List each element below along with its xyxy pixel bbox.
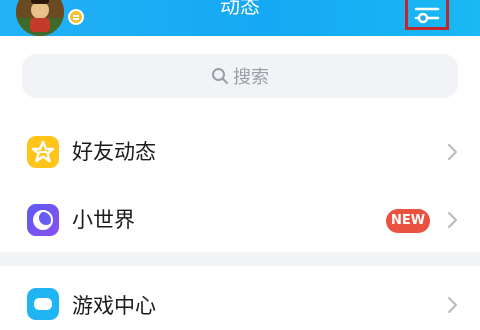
new-badge: NEW (386, 209, 430, 233)
game-center-icon (27, 288, 59, 320)
list-item-label: 游戏中心 (72, 294, 156, 318)
settings-button[interactable] (405, 0, 449, 30)
chevron-right-icon (448, 144, 457, 160)
search-placeholder: 搜索 (233, 67, 269, 88)
list-item-small-world[interactable]: 小世界 NEW (0, 192, 480, 248)
list-item-friend-feed[interactable]: 好友动态 (0, 124, 480, 180)
header-bar: 动态 (0, 0, 480, 36)
chevron-right-icon (448, 212, 457, 228)
small-world-icon (27, 204, 59, 236)
search-input[interactable]: 搜索 (22, 54, 458, 98)
friend-feed-icon (27, 136, 59, 168)
section-divider (0, 252, 480, 266)
sliders-icon (414, 7, 440, 24)
chevron-right-icon (448, 297, 457, 313)
list-item-label: 好友动态 (72, 140, 156, 164)
list-item-game-center[interactable]: 游戏中心 (0, 274, 480, 330)
search-icon (212, 68, 228, 84)
list-item-label: 小世界 (72, 208, 135, 232)
